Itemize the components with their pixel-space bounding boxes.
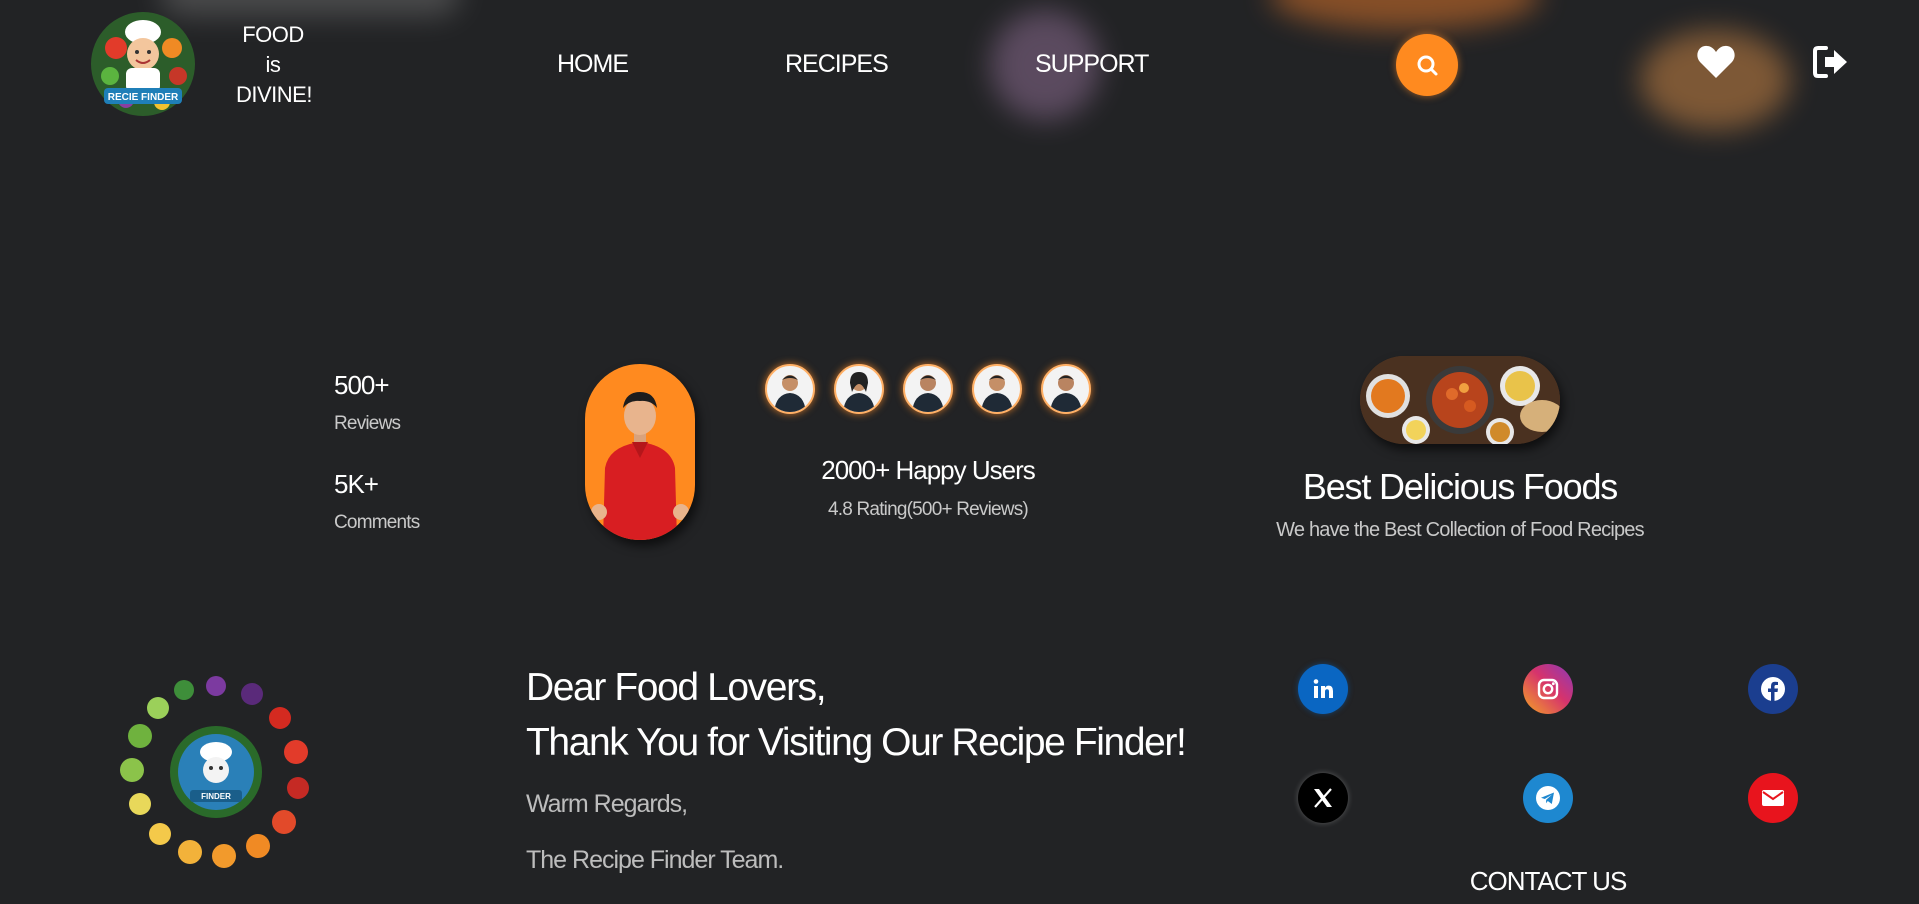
happy-users-count: 2000+ Happy Users <box>821 455 1036 485</box>
linkedin-icon <box>1313 679 1333 698</box>
regards-text: Warm Regards, <box>526 790 688 818</box>
comments-count: 5K+ <box>334 469 379 499</box>
telegram-icon <box>1536 786 1560 810</box>
wreath-text: FINDER <box>201 792 231 801</box>
instagram-icon <box>1537 678 1559 700</box>
x-icon <box>1314 788 1332 808</box>
greeting-text: Dear Food Lovers, <box>526 666 827 709</box>
tagline: FOOD is DIVINE! <box>236 20 312 110</box>
site-header: RECIE FINDER FOOD is DIVINE! HOME RECIPE… <box>0 0 1919 132</box>
nav-recipes[interactable]: RECIPES <box>785 50 889 79</box>
best-foods-subtitle: We have the Best Collection of Food Reci… <box>1276 519 1644 541</box>
linkedin-link[interactable] <box>1298 664 1348 714</box>
footer-logo-wreath: FINDER <box>118 672 314 868</box>
user-avatar <box>834 364 884 414</box>
logout-icon <box>1813 46 1847 78</box>
facebook-icon <box>1761 677 1785 701</box>
reviews-label: Reviews <box>334 413 401 434</box>
nav-home[interactable]: HOME <box>557 50 629 79</box>
reviews-count: 500+ <box>334 370 390 400</box>
tagline-line: FOOD <box>242 22 304 47</box>
logo-banner-text: RECIE FINDER <box>108 92 179 103</box>
logout-button[interactable] <box>1812 44 1850 80</box>
blurred-food-decor <box>160 0 460 16</box>
blurred-food-decor <box>1270 0 1540 30</box>
facebook-link[interactable] <box>1748 664 1798 714</box>
x-link[interactable] <box>1298 773 1348 823</box>
user-avatar <box>1041 364 1091 414</box>
tagline-line: DIVINE! <box>236 82 312 107</box>
team-signature: The Recipe Finder Team. <box>526 846 784 874</box>
instagram-link[interactable] <box>1523 664 1573 714</box>
food-collection-image <box>1360 356 1560 444</box>
best-foods-title: Best Delicious Foods <box>1302 466 1618 507</box>
user-avatar <box>765 364 815 414</box>
email-icon <box>1762 790 1784 806</box>
favorites-button[interactable] <box>1696 44 1736 80</box>
user-avatar <box>972 364 1022 414</box>
search-button[interactable] <box>1396 34 1458 96</box>
contact-us-link[interactable]: CONTACT US <box>1440 866 1656 897</box>
user-avatar <box>903 364 953 414</box>
rating-text: 4.8 Rating(500+ Reviews) <box>828 499 1029 520</box>
email-link[interactable] <box>1748 773 1798 823</box>
site-logo[interactable]: RECIE FINDER <box>86 8 200 120</box>
nav-support[interactable]: SUPPORT <box>1035 50 1149 79</box>
heart-icon <box>1697 45 1735 78</box>
tagline-line: is <box>265 52 281 77</box>
telegram-link[interactable] <box>1523 773 1573 823</box>
thanks-text: Thank You for Visiting Our Recipe Finder… <box>526 721 1187 764</box>
search-icon <box>1417 55 1438 76</box>
comments-label: Comments <box>334 512 420 533</box>
featured-user-photo <box>585 364 695 540</box>
